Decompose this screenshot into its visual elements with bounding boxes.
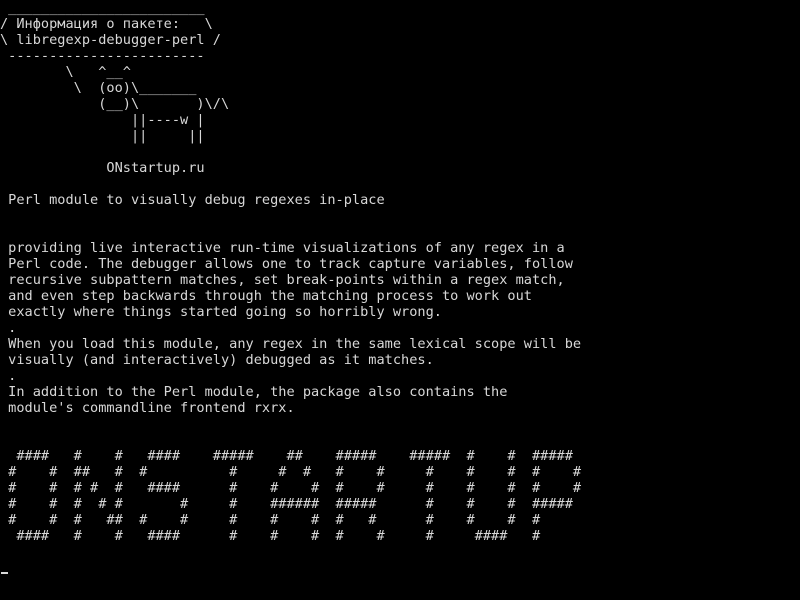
cowsay-bubble-bottom: ------------------------	[0, 48, 205, 64]
description-line: providing live interactive run-time visu…	[0, 240, 565, 256]
description-separator: .	[0, 368, 17, 384]
text-cursor	[1, 572, 8, 574]
package-summary: Perl module to visually debug regexes in…	[0, 192, 385, 208]
description-line: visually (and interactively) debugged as…	[0, 352, 434, 368]
cow-art-line: || ||	[0, 128, 205, 144]
banner-art-line: # # # # # # # ###### ##### # # # #####	[0, 496, 573, 512]
cowsay-bubble-top: ________________________	[0, 0, 205, 16]
site-credit: ONstartup.ru	[0, 160, 205, 176]
banner-art-line: # # # # # #### # # # # # # # # # #	[0, 480, 582, 496]
description-line: When you load this module, any regex in …	[0, 336, 582, 352]
description-line: and even step backwards through the matc…	[0, 288, 532, 304]
banner-art-line: # # # ## # # # # # # # # # # #	[0, 512, 541, 528]
cow-art-line: ||----w |	[0, 112, 205, 128]
description-separator: .	[0, 320, 17, 336]
description-line: In addition to the Perl module, the pack…	[0, 384, 508, 400]
banner-art-line: #### # # #### ##### ## ##### ##### # # #…	[0, 448, 573, 464]
description-line: exactly where things started going so ho…	[0, 304, 442, 320]
cowsay-bubble-title: / Информация о пакете: \	[0, 16, 213, 32]
cowsay-bubble-package: \ libregexp-debugger-perl /	[0, 32, 221, 48]
description-line: module's commandline frontend rxrx.	[0, 400, 295, 416]
banner-art-line: #### # # #### # # # # # # #### #	[0, 528, 541, 544]
cow-art-line: \ (oo)\_______	[0, 80, 197, 96]
banner-art-line: # # ## # # # # # # # # # # # #	[0, 464, 582, 480]
description-line: recursive subpattern matches, set break-…	[0, 272, 565, 288]
terminal-screen[interactable]: ________________________ / Информация о …	[0, 0, 800, 600]
cow-art-line: (__)\ )\/\	[0, 96, 230, 112]
description-line: Perl code. The debugger allows one to tr…	[0, 256, 573, 272]
cow-art-line: \ ^__^	[0, 64, 131, 80]
